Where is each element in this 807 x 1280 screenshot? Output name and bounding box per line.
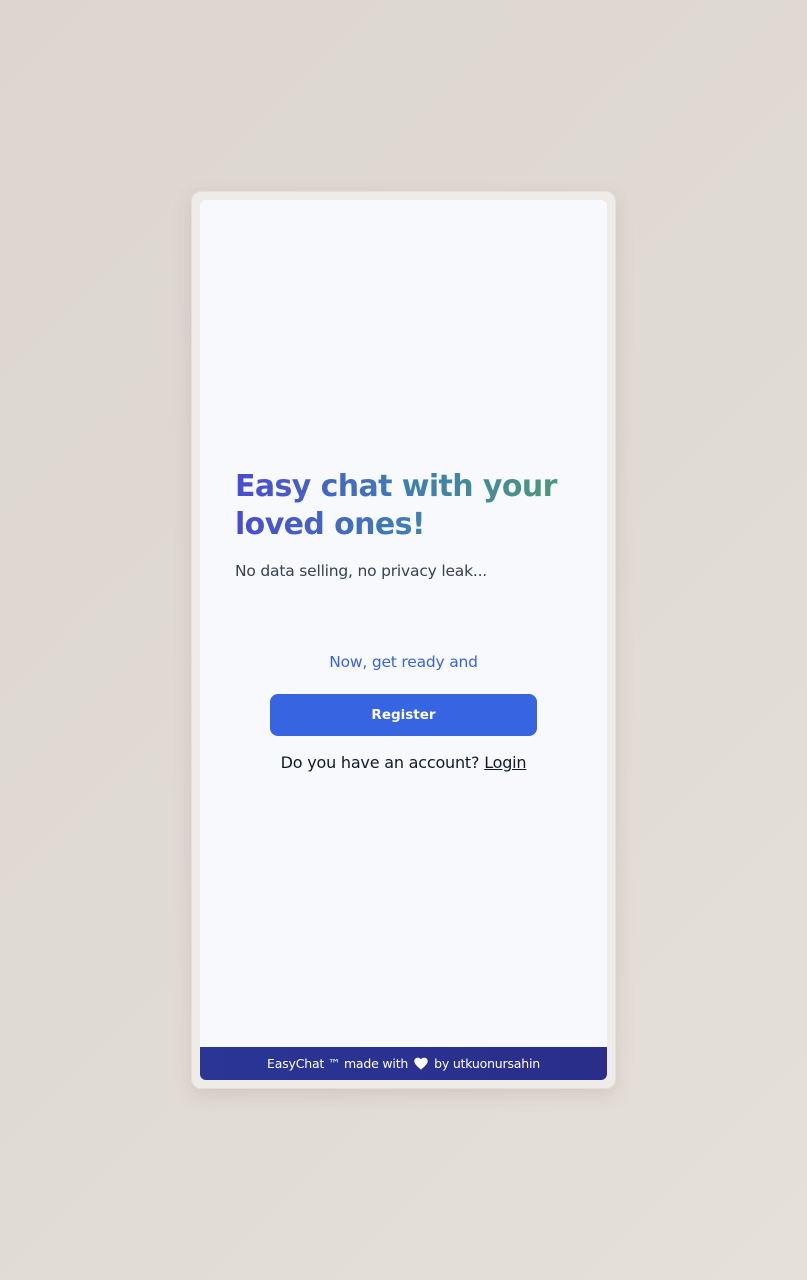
hero-subtitle: No data selling, no privacy leak... [235,562,488,580]
account-question: Do you have an account? [280,753,480,772]
footer-text-before: EasyChat ™ made with [267,1056,409,1071]
device-frame: Easy chat with your loved ones! No data … [191,191,616,1089]
app-screen: Easy chat with your loved ones! No data … [200,200,607,1080]
footer-text-after: by utkuonursahin [434,1056,540,1071]
login-prompt: Do you have an account? Login [200,753,607,772]
cta-prompt: Now, get ready and [329,653,478,671]
hero-headline: Easy chat with your loved ones! [235,468,575,544]
heart-icon [414,1057,428,1070]
footer: EasyChat ™ made with by utkuonursahin [200,1047,607,1080]
register-button[interactable]: Register [270,694,537,736]
login-link[interactable]: Login [484,753,526,772]
